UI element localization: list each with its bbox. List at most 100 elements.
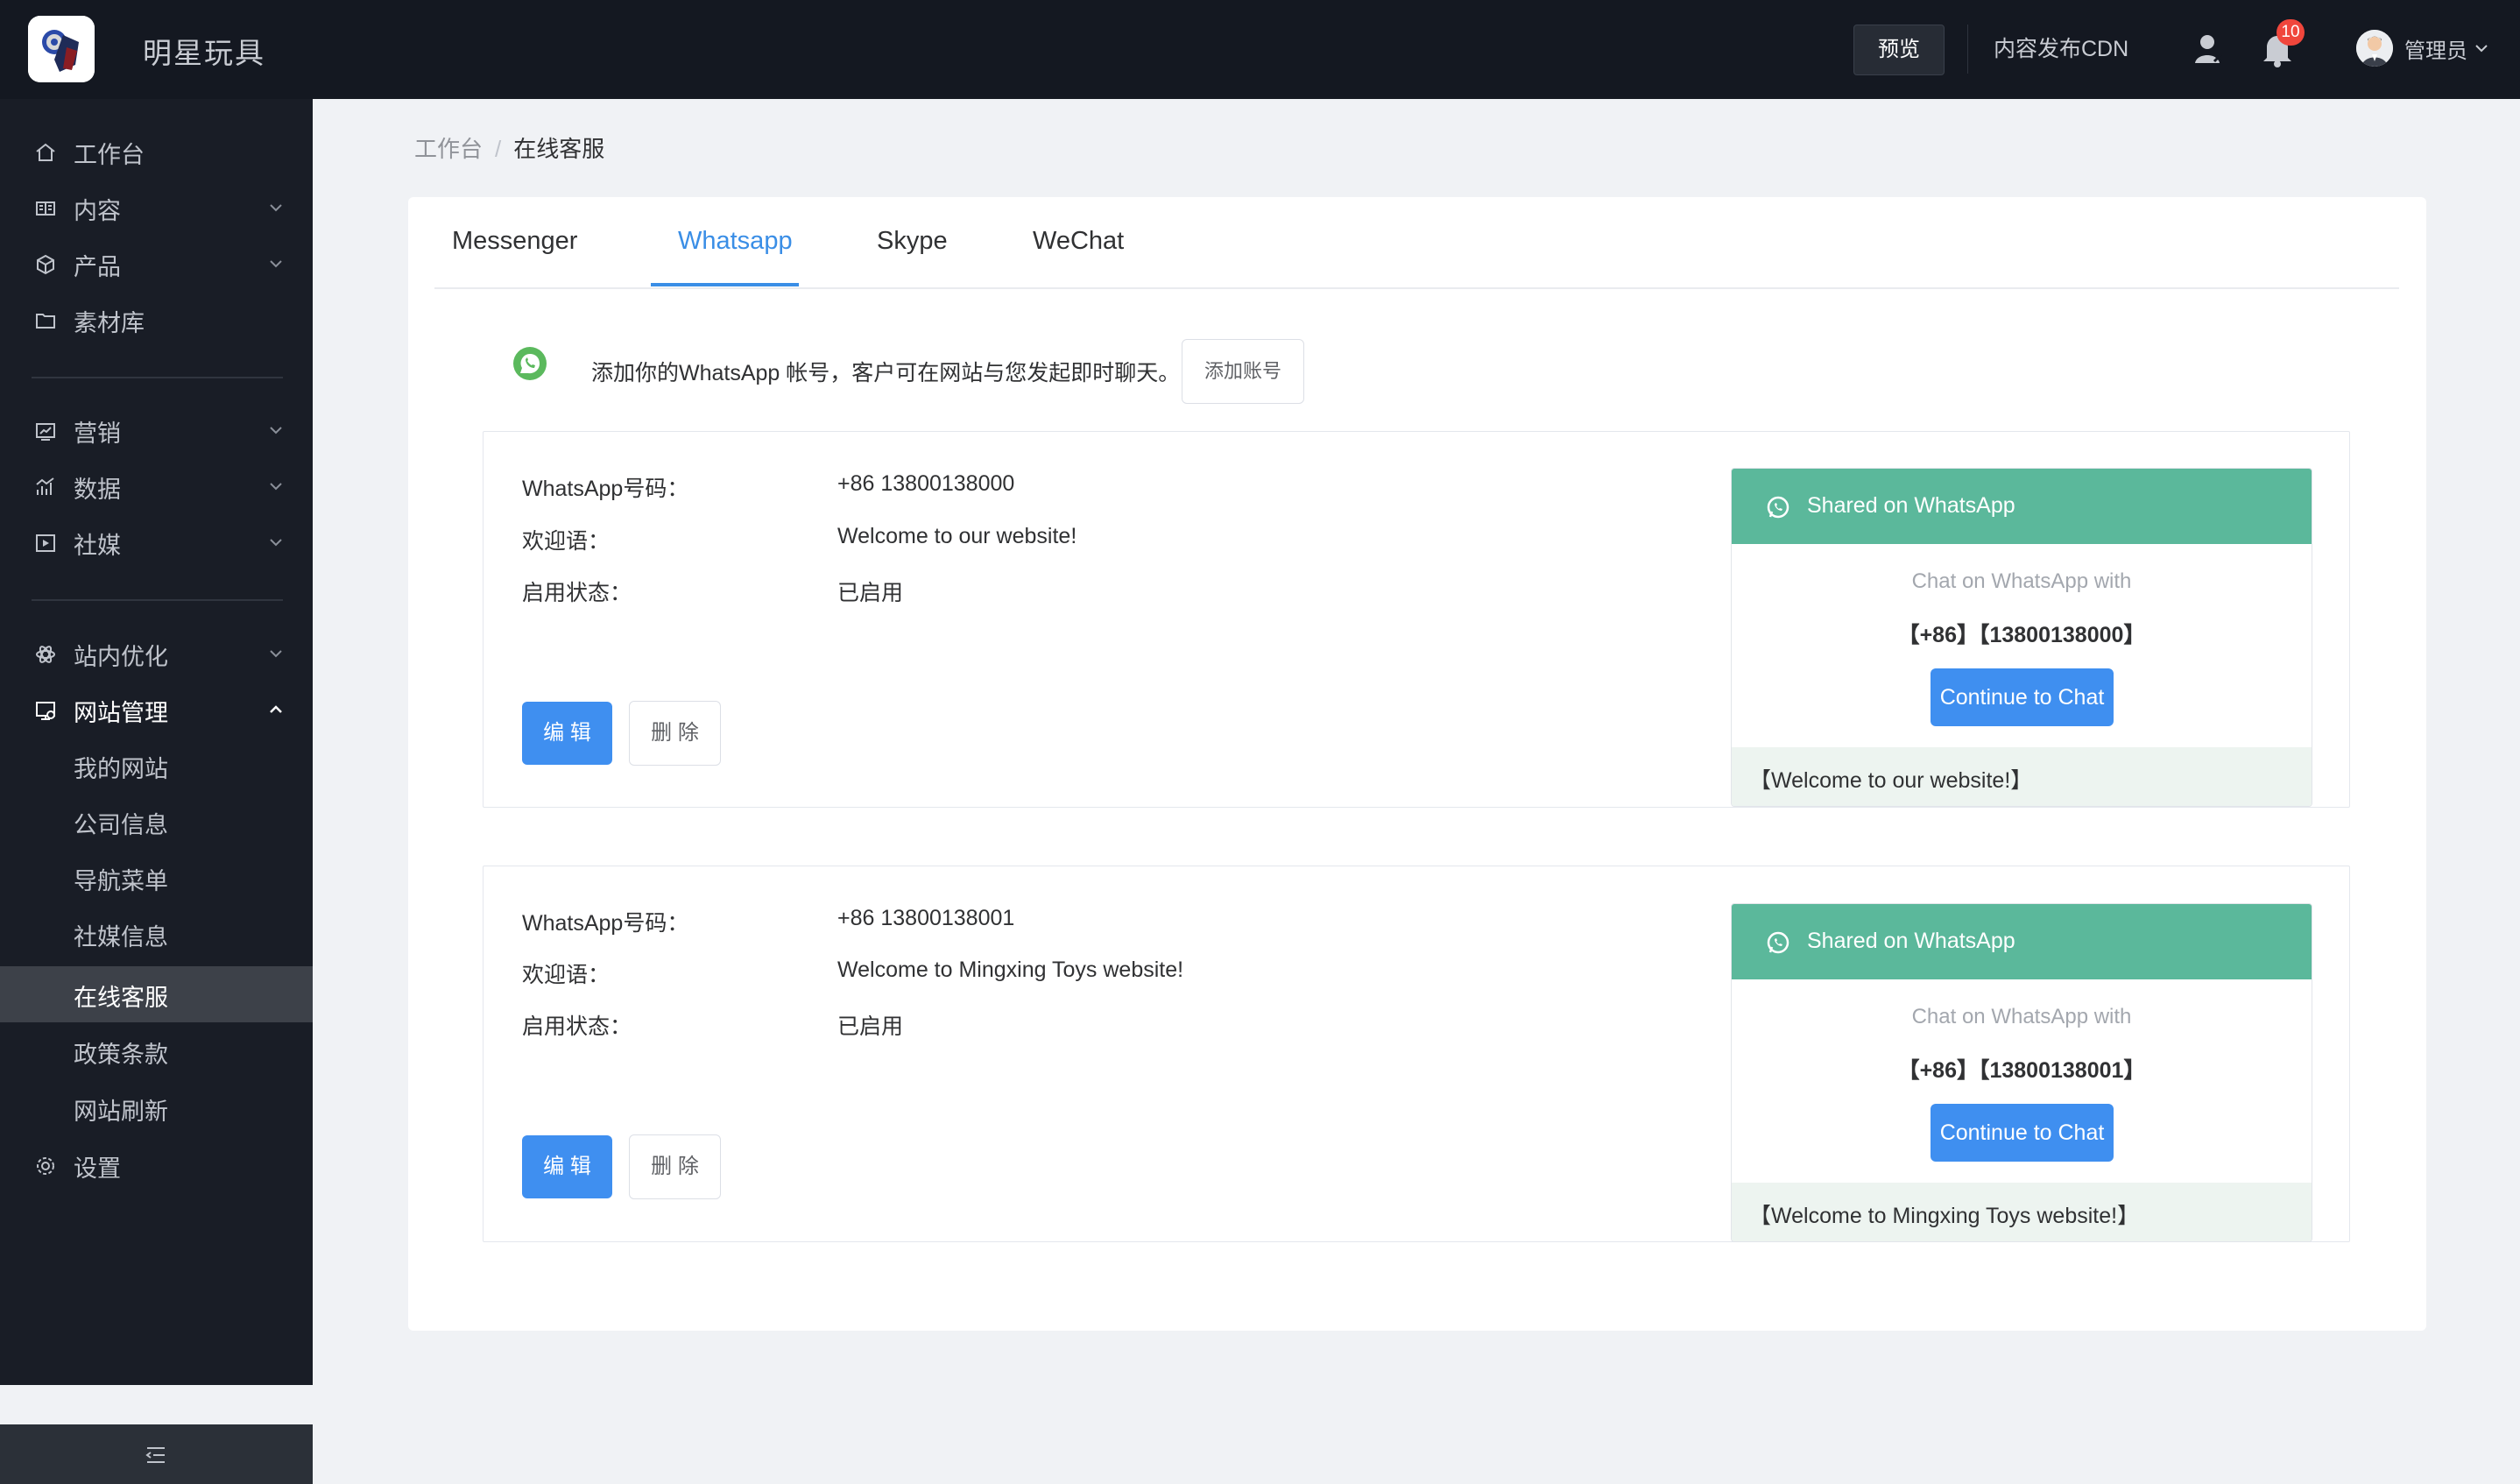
number-value: +86 13800138000 bbox=[837, 471, 1015, 496]
account-card: WhatsApp号码： +86 13800138000 欢迎语： Welcome… bbox=[483, 431, 2350, 808]
sidebar-subitem-label: 政策条款 bbox=[74, 1042, 168, 1068]
edit-button[interactable]: 编 辑 bbox=[522, 1135, 612, 1198]
sidebar-subitem-label: 公司信息 bbox=[74, 812, 168, 838]
tab-bar: Messenger Whatsapp Skype WeChat bbox=[434, 197, 2399, 289]
continue-to-chat-button[interactable]: Continue to Chat bbox=[1931, 1104, 2114, 1162]
breadcrumb-root[interactable]: 工作台 bbox=[414, 136, 483, 162]
sidebar-item-site-management[interactable]: 网站管理 bbox=[0, 682, 313, 738]
chevron-down-icon bbox=[265, 643, 286, 664]
account-card: WhatsApp号码： +86 13800138001 欢迎语： Welcome… bbox=[483, 866, 2350, 1242]
marketing-icon bbox=[33, 419, 58, 443]
gear-icon bbox=[33, 1154, 58, 1178]
sidebar: 工作台 内容 产品 素材库 营销 数据 社媒 站内优化 网站管理 我的网站 公司… bbox=[0, 99, 313, 1484]
sidebar-collapse-button[interactable] bbox=[0, 1424, 313, 1484]
social-icon bbox=[33, 531, 58, 555]
preview-welcome-text: 【Welcome to Mingxing Toys website!】 bbox=[1749, 1204, 2140, 1228]
edit-button[interactable]: 编 辑 bbox=[522, 702, 612, 765]
sidebar-item-social[interactable]: 社媒 bbox=[0, 514, 313, 570]
whatsapp-preview-title: Shared on WhatsApp bbox=[1807, 929, 2015, 953]
sidebar-item-label: 设置 bbox=[74, 1155, 121, 1182]
chevron-down-icon bbox=[265, 420, 286, 441]
chat-with-text: Chat on WhatsApp with bbox=[1911, 1005, 2132, 1028]
status-label: 启用状态： bbox=[522, 581, 632, 605]
content-icon bbox=[33, 196, 58, 221]
sidebar-item-label: 工作台 bbox=[74, 142, 145, 168]
optimize-icon bbox=[33, 642, 58, 667]
admin-name[interactable]: 管理员 bbox=[2404, 33, 2467, 64]
sidebar-subitem-label: 导航菜单 bbox=[74, 868, 168, 894]
whatsapp-preview-header: Shared on WhatsApp bbox=[1732, 469, 2312, 544]
active-tab-indicator bbox=[651, 283, 799, 286]
home-icon bbox=[33, 140, 58, 165]
sidebar-item-label: 网站管理 bbox=[74, 700, 168, 726]
delete-button[interactable]: 删 除 bbox=[629, 1134, 721, 1199]
sidebar-item-marketing[interactable]: 营销 bbox=[0, 402, 313, 458]
preview-number: 【+86】【13800138001】 bbox=[1897, 1058, 2146, 1083]
welcome-label: 欢迎语： bbox=[522, 963, 611, 987]
status-value: 已启用 bbox=[837, 1014, 904, 1039]
product-icon bbox=[33, 252, 58, 277]
sidebar-subitem-label: 网站刷新 bbox=[74, 1099, 168, 1125]
delete-button[interactable]: 删 除 bbox=[629, 701, 721, 766]
sidebar-item-library[interactable]: 素材库 bbox=[0, 292, 313, 348]
sidebar-subitem-label: 社媒信息 bbox=[74, 924, 168, 950]
sidebar-subitem-label: 我的网站 bbox=[74, 756, 168, 782]
number-value: +86 13800138001 bbox=[837, 906, 1015, 930]
preview-welcome-footer: 【Welcome to our website!】 bbox=[1732, 747, 2312, 806]
sidebar-divider bbox=[32, 377, 283, 378]
sidebar-item-data[interactable]: 数据 bbox=[0, 458, 313, 514]
tab-skype[interactable]: Skype bbox=[877, 227, 948, 256]
preview-welcome-text: 【Welcome to our website!】 bbox=[1749, 768, 2033, 793]
whatsapp-icon bbox=[1765, 929, 1791, 956]
add-account-button[interactable]: 添加账号 bbox=[1182, 339, 1304, 404]
chevron-down-icon[interactable] bbox=[2472, 39, 2491, 58]
sidebar-item-settings[interactable]: 设置 bbox=[0, 1137, 313, 1193]
number-label: WhatsApp号码： bbox=[522, 911, 689, 936]
intro-text: 添加你的WhatsApp 帐号，客户可在网站与您发起即时聊天。 bbox=[591, 361, 1181, 385]
sidebar-subitem-label: 在线客服 bbox=[74, 985, 168, 1011]
notification-badge: 10 bbox=[2276, 19, 2305, 46]
status-label: 启用状态： bbox=[522, 1014, 632, 1039]
sidebar-subitem-online-service[interactable]: 在线客服 bbox=[0, 966, 313, 1022]
number-label: WhatsApp号码： bbox=[522, 477, 689, 501]
user-icon[interactable] bbox=[2190, 30, 2228, 68]
whatsapp-icon bbox=[1765, 494, 1791, 520]
sidebar-item-product[interactable]: 产品 bbox=[0, 236, 313, 292]
whatsapp-icon bbox=[512, 346, 547, 381]
preview-number: 【+86】【13800138000】 bbox=[1897, 623, 2146, 647]
whatsapp-preview-title: Shared on WhatsApp bbox=[1807, 493, 2015, 518]
sidebar-item-seo[interactable]: 站内优化 bbox=[0, 625, 313, 682]
welcome-label: 欢迎语： bbox=[522, 529, 611, 554]
sidebar-subitem-social-info[interactable]: 社媒信息 bbox=[0, 906, 313, 962]
welcome-value: Welcome to our website! bbox=[837, 524, 1077, 548]
status-value: 已启用 bbox=[837, 581, 904, 605]
sidebar-item-workbench[interactable]: 工作台 bbox=[0, 124, 313, 180]
tab-wechat[interactable]: WeChat bbox=[1033, 227, 1124, 256]
chevron-down-icon bbox=[265, 197, 286, 218]
sidebar-subitem-company-info[interactable]: 公司信息 bbox=[0, 794, 313, 850]
chat-with-text: Chat on WhatsApp with bbox=[1911, 569, 2132, 593]
continue-to-chat-button[interactable]: Continue to Chat bbox=[1931, 668, 2114, 726]
tab-messenger[interactable]: Messenger bbox=[452, 227, 577, 256]
sidebar-item-content[interactable]: 内容 bbox=[0, 180, 313, 236]
sidebar-subitem-policy[interactable]: 政策条款 bbox=[0, 1023, 313, 1079]
sidebar-item-label: 素材库 bbox=[74, 310, 145, 336]
sidebar-item-label: 数据 bbox=[74, 477, 121, 503]
sidebar-divider bbox=[32, 599, 283, 601]
preview-button[interactable]: 预览 bbox=[1853, 25, 1945, 75]
sidebar-subitem-refresh[interactable]: 网站刷新 bbox=[0, 1080, 313, 1136]
site-icon bbox=[33, 698, 58, 723]
preview-welcome-footer: 【Welcome to Mingxing Toys website!】 bbox=[1732, 1183, 2312, 1241]
avatar[interactable] bbox=[2356, 30, 2393, 67]
whatsapp-preview-header: Shared on WhatsApp bbox=[1732, 904, 2312, 979]
sidebar-subitem-my-site[interactable]: 我的网站 bbox=[0, 738, 313, 794]
cdn-publish-link[interactable]: 内容发布CDN bbox=[1967, 25, 2128, 74]
tab-whatsapp[interactable]: Whatsapp bbox=[678, 227, 793, 256]
main-card: Messenger Whatsapp Skype WeChat 添加你的What… bbox=[408, 197, 2426, 1331]
chevron-down-icon bbox=[265, 476, 286, 497]
sidebar-subitem-nav-menu[interactable]: 导航菜单 bbox=[0, 850, 313, 906]
whatsapp-preview-card: Shared on WhatsApp Chat on WhatsApp with… bbox=[1731, 468, 2312, 807]
brand-logo[interactable] bbox=[28, 16, 95, 82]
welcome-value: Welcome to Mingxing Toys website! bbox=[837, 958, 1184, 982]
sidebar-item-label: 产品 bbox=[74, 254, 121, 280]
